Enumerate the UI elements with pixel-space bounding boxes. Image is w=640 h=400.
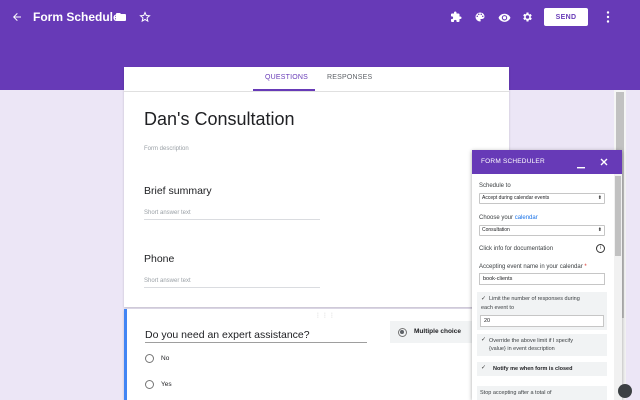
answer-underline: [144, 219, 320, 220]
option-radio[interactable]: [145, 380, 154, 389]
event-name-input[interactable]: book-clients: [479, 273, 605, 285]
schedule-select-value: Accept during calendar events: [482, 195, 550, 201]
option-label[interactable]: No: [161, 355, 169, 362]
tab-questions[interactable]: QUESTIONS: [265, 74, 308, 81]
preview-eye-icon[interactable]: [497, 10, 511, 24]
tab-bar: QUESTIONS RESPONSES: [124, 67, 509, 92]
stop-accepting-box: Stop accepting after a total of: [477, 386, 607, 400]
app-title: Form Scheduler: [33, 10, 125, 24]
short-answer-hint: Short answer text: [144, 278, 191, 284]
select-arrows-icon: ⬍: [597, 227, 602, 233]
limit-checkbox-check-icon[interactable]: ✓: [481, 296, 486, 302]
puzzle-addon-icon[interactable]: [449, 10, 463, 24]
close-icon[interactable]: [599, 157, 609, 167]
question-title[interactable]: Brief summary: [144, 185, 212, 197]
send-button[interactable]: SEND: [544, 8, 588, 26]
info-icon[interactable]: i: [596, 244, 605, 253]
more-vert-icon[interactable]: [602, 10, 614, 24]
schedule-label: Schedule to: [479, 183, 511, 189]
minimize-icon[interactable]: [576, 160, 586, 170]
radio-type-icon: [398, 327, 407, 337]
panel-scrollbar-thumb[interactable]: [615, 176, 621, 256]
palette-icon[interactable]: [473, 10, 487, 24]
calendar-label-text: Choose your: [479, 215, 515, 221]
override-checkbox-check-icon[interactable]: ✓: [481, 337, 486, 343]
limit-value-input[interactable]: 20: [480, 315, 604, 327]
override-limit-box: ✓ Override the above limit if I specify …: [477, 334, 607, 356]
form-description-field[interactable]: Form description: [144, 146, 189, 152]
active-question-card[interactable]: ⋮⋮⋮ Do you need an expert assistance? Mu…: [124, 309, 476, 400]
folder-icon[interactable]: [114, 10, 128, 24]
form-card: QUESTIONS RESPONSES Dan's Consultation F…: [124, 67, 509, 307]
notify-label: Notify me when form is closed: [493, 366, 573, 372]
explore-icon[interactable]: [618, 384, 632, 398]
question-type-label: Multiple choice: [414, 328, 461, 335]
override-label-line2: {value} in event description: [489, 346, 555, 352]
required-asterisk: *: [584, 264, 587, 270]
stop-accepting-label: Stop accepting after a total of: [480, 390, 552, 396]
notify-checkbox-check-icon[interactable]: ✓: [481, 365, 486, 371]
question-type-select[interactable]: Multiple choice: [390, 321, 476, 343]
calendar-link[interactable]: calendar: [515, 215, 538, 221]
form-scheduler-panel: FORM SCHEDULER Schedule to Accept during…: [472, 150, 622, 400]
override-label-line1: Override the above limit if I specify: [489, 338, 574, 344]
calendar-select[interactable]: Consultation ⬍: [479, 225, 605, 236]
notify-box: ✓ Notify me when form is closed: [477, 362, 607, 376]
panel-header: FORM SCHEDULER: [472, 150, 622, 174]
limit-label-line2: each event to: [481, 305, 515, 311]
schedule-select[interactable]: Accept during calendar events ⬍: [479, 193, 605, 204]
drag-handle-icon[interactable]: ⋮⋮⋮: [315, 312, 336, 319]
short-answer-hint: Short answer text: [144, 210, 191, 216]
star-icon[interactable]: [138, 10, 152, 24]
select-arrows-icon: ⬍: [597, 195, 602, 201]
limit-responses-box: ✓ Limit the number of responses during e…: [477, 292, 607, 330]
back-arrow-icon[interactable]: [10, 10, 24, 24]
settings-gear-icon[interactable]: [520, 10, 534, 24]
docs-label: Click info for documentation: [479, 246, 554, 252]
panel-title: FORM SCHEDULER: [481, 158, 545, 165]
question-title-input[interactable]: Do you need an expert assistance?: [145, 329, 310, 341]
calendar-select-value: Consultation: [482, 227, 510, 233]
question-title-underline: [145, 342, 367, 343]
event-name-label-text: Accepting event name in your calendar: [479, 264, 583, 270]
active-tab-indicator: [253, 89, 315, 91]
event-name-label: Accepting event name in your calendar *: [479, 264, 587, 270]
answer-underline: [144, 287, 320, 288]
option-radio[interactable]: [145, 354, 154, 363]
question-title[interactable]: Phone: [144, 253, 174, 265]
calendar-label: Choose your calendar: [479, 215, 538, 221]
option-label[interactable]: Yes: [161, 381, 172, 388]
form-title[interactable]: Dan's Consultation: [144, 109, 295, 130]
limit-label-line1: Limit the number of responses during: [489, 296, 580, 302]
tab-responses[interactable]: RESPONSES: [327, 74, 372, 81]
